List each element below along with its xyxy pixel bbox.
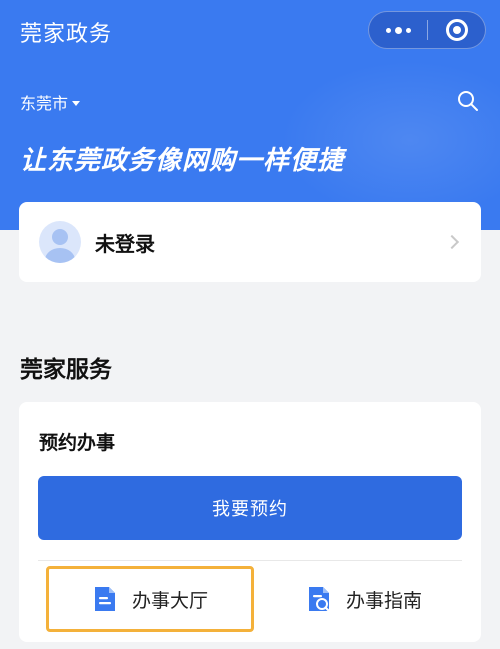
book-appointment-button[interactable]: 我要预约 xyxy=(38,476,462,540)
banner-slogan: 让东莞政务像网购一样便捷 xyxy=(20,146,345,176)
login-status: 未登录 xyxy=(95,231,155,256)
record-circle-icon xyxy=(445,19,468,41)
document-search-icon xyxy=(308,587,331,613)
appointment-title: 预约办事 xyxy=(39,432,116,454)
service-guide-label: 办事指南 xyxy=(345,589,422,612)
search-icon[interactable] xyxy=(456,89,480,113)
service-guide-entry[interactable]: 办事指南 xyxy=(264,568,464,630)
document-icon xyxy=(94,587,115,611)
header-banner: 莞家政务 东莞市 让东莞政务像网购一样便捷 xyxy=(0,0,500,230)
caret-down-icon xyxy=(72,101,81,106)
close-button[interactable] xyxy=(428,12,485,48)
user-avatar-icon xyxy=(39,221,81,263)
service-hall-entry[interactable]: 办事大厅 xyxy=(46,566,254,632)
more-dots-icon xyxy=(385,27,391,33)
mini-program-capsule xyxy=(368,11,486,49)
city-label: 东莞市 xyxy=(20,94,69,113)
city-selector[interactable]: 东莞市 xyxy=(20,90,81,114)
card-divider xyxy=(38,560,462,561)
app-title: 莞家政务 xyxy=(20,22,113,47)
section-title: 莞家服务 xyxy=(20,357,112,383)
service-hall-label: 办事大厅 xyxy=(131,589,208,612)
more-button[interactable] xyxy=(369,12,427,48)
login-card[interactable]: 未登录 xyxy=(19,202,481,282)
chevron-right-icon xyxy=(444,234,460,250)
appointment-card: 预约办事 我要预约 办事大厅 办事指南 xyxy=(19,402,481,642)
